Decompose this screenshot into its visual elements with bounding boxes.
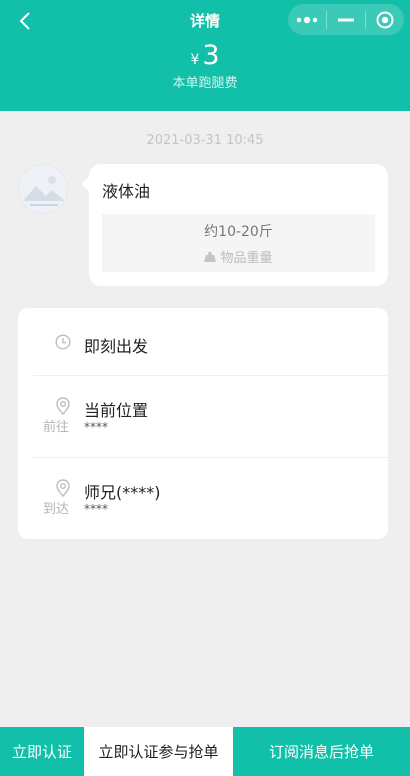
depart-time-label: 即刻出发 — [84, 337, 149, 356]
from-title: 当前位置 — [84, 401, 149, 420]
close-miniprogram-button[interactable] — [366, 4, 404, 35]
depart-time-row[interactable]: 即刻出发 — [33, 308, 388, 376]
to-detail: **** — [84, 502, 108, 516]
weight-box: 约10-20斤 物品重量 — [102, 214, 375, 272]
certify-button[interactable]: 立即认证 — [0, 727, 84, 776]
from-detail: **** — [84, 420, 108, 434]
currency-symbol: ¥ — [190, 52, 200, 68]
location-pin-icon — [56, 479, 70, 497]
weight-label: 物品重量 — [220, 250, 273, 266]
weight-value: 约10-20斤 — [204, 223, 273, 240]
more-button[interactable] — [288, 4, 326, 35]
target-circle-icon — [376, 11, 394, 28]
clock-icon — [55, 334, 71, 350]
to-location-row[interactable]: 到达 师兄(****) **** — [33, 458, 388, 539]
minus-icon — [338, 18, 354, 21]
certify-grab-order-button[interactable]: 立即认证参与抢单 — [84, 727, 233, 776]
location-pin-icon — [56, 397, 70, 415]
more-dots-icon — [296, 16, 318, 23]
weight-icon — [204, 251, 217, 262]
bottom-action-bar: 立即认证 立即认证参与抢单 订阅消息后抢单 — [0, 727, 410, 776]
miniprogram-capsule — [288, 4, 404, 35]
fee-amount: ¥ 3 — [0, 40, 410, 71]
fee-label: 本单跑腿费 — [172, 76, 238, 91]
avatar[interactable] — [18, 164, 68, 214]
goods-name: 液体油 — [102, 182, 151, 201]
weight-label-row: 物品重量 — [204, 247, 273, 266]
placeholder-image-icon — [19, 165, 67, 213]
fee-value: 3 — [202, 40, 220, 71]
minimize-button[interactable] — [327, 4, 365, 35]
message-timestamp: 2021-03-31 10:45 — [146, 133, 264, 148]
subscribe-grab-order-button[interactable]: 订阅消息后抢单 — [233, 727, 410, 776]
to-title: 师兄(****) — [84, 483, 161, 502]
from-tag: 前往 — [42, 420, 69, 435]
route-card: 即刻出发 前往 当前位置 **** 到达 师兄(****) **** — [18, 308, 388, 539]
goods-message-bubble: 液体油 约10-20斤 物品重量 — [81, 164, 388, 286]
from-location-row[interactable]: 前往 当前位置 **** — [33, 376, 388, 458]
header-bar: 详情 ¥ 3 本单跑腿费 — [0, 0, 410, 111]
to-tag: 到达 — [42, 502, 69, 517]
